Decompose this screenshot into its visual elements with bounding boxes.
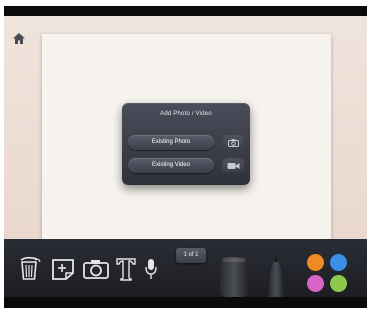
text-button[interactable]: [115, 256, 137, 282]
record-video-button[interactable]: [222, 158, 244, 173]
existing-video-button[interactable]: Existing Video: [128, 158, 214, 173]
video-camera-icon: [227, 162, 239, 169]
trash-button[interactable]: [18, 255, 42, 281]
popup-title: Add Photo / Video: [160, 111, 212, 117]
canvas-area: Add Photo / Video Existing Photo Existin…: [4, 16, 367, 242]
trash-icon: [20, 256, 41, 280]
camera-icon: [227, 138, 239, 147]
microphone-icon: [145, 259, 157, 279]
text-icon: [116, 258, 136, 281]
add-note-icon: [52, 259, 74, 280]
top-status-bar: [4, 6, 367, 16]
orange-color-swatch[interactable]: [307, 254, 324, 271]
eraser-tool[interactable]: [218, 253, 250, 297]
blue-color-swatch[interactable]: [330, 254, 347, 271]
eraser-icon: [220, 257, 248, 297]
pink-color-swatch[interactable]: [307, 275, 324, 292]
add-photo-video-popup: Add Photo / Video Existing Photo Existin…: [122, 103, 250, 185]
page-indicator: 1 of 1: [176, 248, 206, 263]
microphone-button[interactable]: [144, 257, 158, 281]
add-note-button[interactable]: [50, 257, 76, 281]
camera-icon: [83, 260, 109, 279]
take-photo-button[interactable]: [222, 135, 244, 150]
home-icon: [13, 32, 25, 44]
pen-icon: [268, 255, 284, 297]
device-frame: Add Photo / Video Existing Photo Existin…: [4, 6, 367, 308]
existing-photo-button[interactable]: Existing Photo: [128, 135, 214, 150]
camera-button[interactable]: [82, 258, 110, 280]
green-color-swatch[interactable]: [330, 275, 347, 292]
pen-tool[interactable]: [265, 253, 287, 297]
bottom-bezel: [4, 297, 367, 308]
home-button[interactable]: [10, 30, 28, 46]
